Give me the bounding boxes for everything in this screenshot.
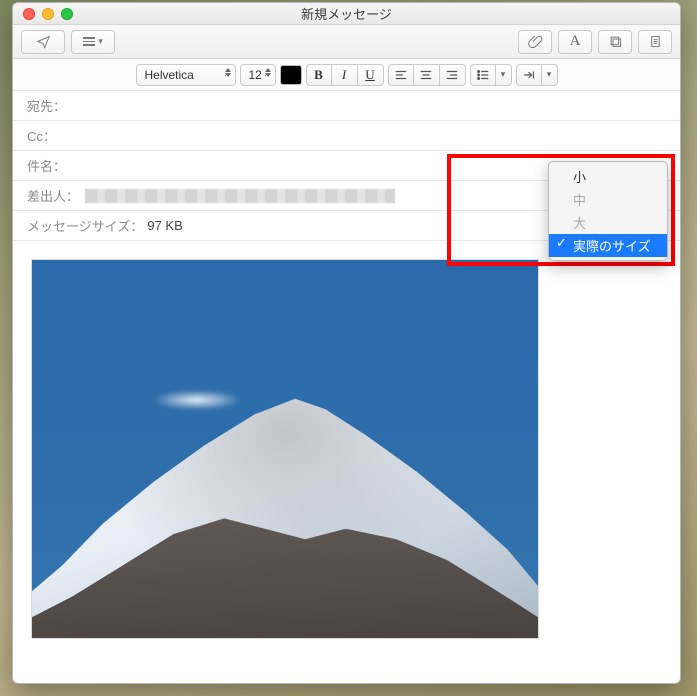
message-size-label: メッセージサイズ： — [27, 216, 143, 235]
paperplane-icon — [36, 34, 51, 49]
font-icon: A — [570, 33, 581, 50]
list-group: ▾ — [470, 64, 512, 86]
image-size-option-medium[interactable]: 中 — [549, 188, 667, 211]
chevron-down-icon: ▾ — [98, 36, 103, 47]
attached-image[interactable] — [31, 259, 539, 639]
send-button[interactable] — [21, 30, 65, 54]
format-bar: Helvetica 12 B I U ▾ — [13, 59, 680, 91]
indent-group: ▾ — [516, 64, 558, 86]
bold-button[interactable]: B — [306, 64, 332, 86]
font-family-value: Helvetica — [145, 68, 194, 82]
list-icon — [83, 37, 95, 46]
image-size-dropdown: 小 中 大 実際のサイズ — [548, 161, 668, 261]
image-size-option-small[interactable]: 小 — [549, 165, 667, 188]
indent-options-button[interactable]: ▾ — [542, 64, 558, 86]
photo-browser-button[interactable] — [598, 30, 632, 54]
toolbar: ▾ A — [13, 25, 680, 59]
from-label: 差出人： — [27, 186, 79, 205]
header-fields-menu[interactable]: ▾ — [71, 30, 115, 54]
indent-button[interactable] — [516, 64, 542, 86]
paperclip-icon — [528, 34, 543, 49]
subject-label: 件名： — [27, 156, 66, 175]
image-size-option-actual[interactable]: 実際のサイズ — [549, 234, 667, 257]
window-title: 新規メッセージ — [13, 4, 680, 23]
bullet-list-button[interactable] — [470, 64, 496, 86]
image-size-option-large[interactable]: 大 — [549, 211, 667, 234]
align-right-button[interactable] — [440, 64, 466, 86]
from-value-redacted — [85, 189, 395, 203]
format-button[interactable]: A — [558, 30, 592, 54]
align-left-button[interactable] — [388, 64, 414, 86]
align-center-button[interactable] — [414, 64, 440, 86]
message-body[interactable] — [13, 241, 680, 657]
italic-button[interactable]: I — [332, 64, 358, 86]
stack-icon — [608, 34, 623, 49]
font-size-value: 12 — [249, 68, 262, 82]
cc-label: Cc： — [27, 126, 56, 145]
text-color-swatch[interactable] — [280, 65, 302, 85]
stationery-button[interactable] — [638, 30, 672, 54]
underline-button[interactable]: U — [358, 64, 384, 86]
to-field[interactable]: 宛先： — [13, 91, 680, 121]
message-size-value: 97 KB — [147, 218, 182, 233]
alignment-group — [388, 64, 466, 86]
titlebar: 新規メッセージ — [13, 3, 680, 25]
cc-field[interactable]: Cc： — [13, 121, 680, 151]
compose-window: 新規メッセージ ▾ A — [12, 2, 681, 684]
document-icon — [648, 34, 663, 49]
list-options-button[interactable]: ▾ — [496, 64, 512, 86]
font-size-select[interactable]: 12 — [240, 64, 276, 86]
font-family-select[interactable]: Helvetica — [136, 64, 236, 86]
text-style-group: B I U — [306, 64, 384, 86]
to-label: 宛先： — [27, 96, 66, 115]
attach-button[interactable] — [518, 30, 552, 54]
